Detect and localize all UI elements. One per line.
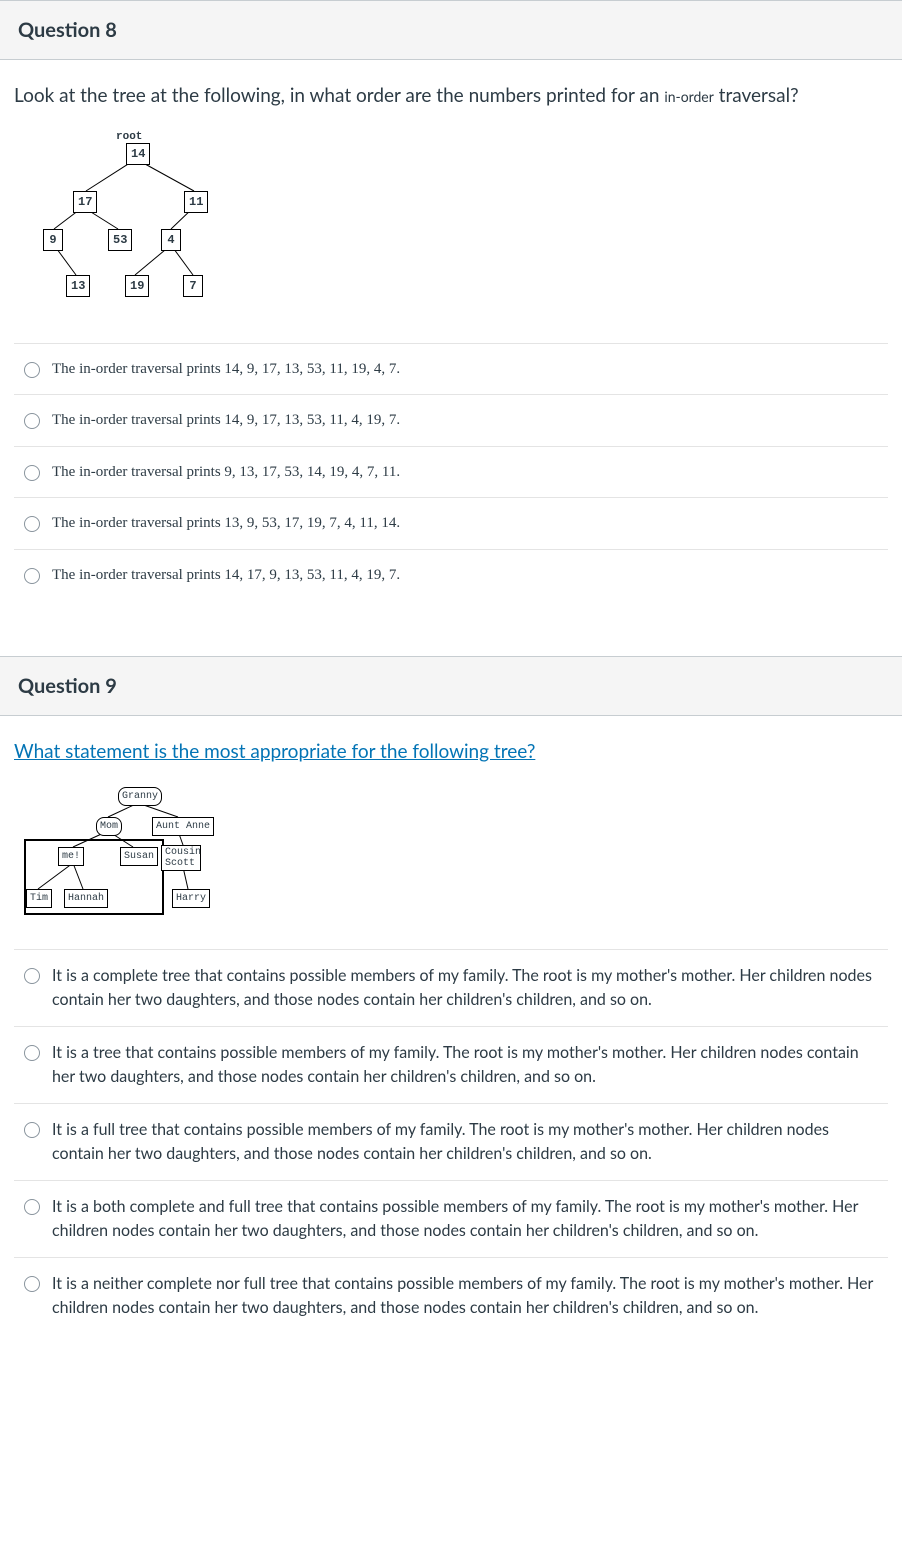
answer-list: The in-order traversal prints 14, 9, 17,… [14, 343, 888, 601]
prompt-text-pre: Look at the tree at the following, in wh… [14, 84, 664, 107]
answer-option[interactable]: The in-order traversal prints 14, 9, 17,… [14, 395, 888, 447]
radio-icon[interactable] [24, 516, 40, 532]
answer-text: It is a both complete and full tree that… [52, 1195, 880, 1243]
radio-icon[interactable] [24, 413, 40, 429]
answer-option[interactable]: It is a complete tree that contains poss… [14, 950, 888, 1027]
answer-option[interactable]: The in-order traversal prints 14, 17, 9,… [14, 550, 888, 601]
node-9: 9 [43, 229, 63, 251]
node-me: me! [58, 847, 84, 866]
question-body: What statement is the most appropriate f… [0, 716, 902, 1342]
radio-icon[interactable] [24, 968, 40, 984]
tree-figure: root 14 17 11 9 53 4 13 19 7 [18, 129, 884, 319]
radio-icon[interactable] [24, 568, 40, 584]
question-header: Question 9 [0, 657, 902, 716]
node-harry: Harry [172, 889, 210, 908]
node-17: 17 [73, 191, 97, 213]
radio-icon[interactable] [24, 1199, 40, 1215]
number-tree: root 14 17 11 9 53 4 13 19 7 [18, 129, 228, 319]
prompt-link[interactable]: What statement is the most appropriate f… [14, 740, 535, 763]
answer-option[interactable]: It is a both complete and full tree that… [14, 1181, 888, 1258]
node-granny: Granny [118, 787, 162, 806]
node-7: 7 [183, 275, 203, 297]
prompt-text-small: in-order [664, 88, 713, 105]
node-cousin: Cousin Scott [161, 845, 201, 871]
answer-option[interactable]: The in-order traversal prints 14, 9, 17,… [14, 344, 888, 396]
answer-option[interactable]: The in-order traversal prints 9, 13, 17,… [14, 447, 888, 499]
node-tim: Tim [26, 889, 52, 908]
tree-figure: Granny Mom Aunt Anne me! Susan Cousin Sc… [18, 785, 884, 925]
question-header: Question 8 [0, 1, 902, 60]
question-title: Question 9 [18, 671, 884, 701]
radio-icon[interactable] [24, 1045, 40, 1061]
question-prompt: Look at the tree at the following, in wh… [14, 82, 888, 111]
answer-text: It is a neither complete nor full tree t… [52, 1272, 880, 1320]
question-9: Question 9 What statement is the most ap… [0, 656, 902, 1342]
answer-option[interactable]: It is a full tree that contains possible… [14, 1104, 888, 1181]
node-susan: Susan [120, 847, 158, 866]
node-hannah: Hannah [64, 889, 108, 908]
node-13: 13 [66, 275, 90, 297]
node-19: 19 [125, 275, 149, 297]
answer-list: It is a complete tree that contains poss… [14, 949, 888, 1334]
answer-text: The in-order traversal prints 14, 9, 17,… [52, 358, 400, 381]
node-53: 53 [108, 229, 132, 251]
answer-text: The in-order traversal prints 9, 13, 17,… [52, 461, 400, 484]
prompt-text-post: traversal? [714, 84, 799, 107]
node-aunt: Aunt Anne [152, 817, 214, 836]
question-prompt: What statement is the most appropriate f… [14, 738, 888, 767]
answer-text: The in-order traversal prints 14, 9, 17,… [52, 409, 400, 432]
spacer [0, 608, 902, 656]
answer-text: It is a tree that contains possible memb… [52, 1041, 880, 1089]
answer-text: It is a full tree that contains possible… [52, 1118, 880, 1166]
answer-option[interactable]: The in-order traversal prints 13, 9, 53,… [14, 498, 888, 550]
answer-text: The in-order traversal prints 13, 9, 53,… [52, 512, 400, 535]
answer-option[interactable]: It is a tree that contains possible memb… [14, 1027, 888, 1104]
question-title: Question 8 [18, 15, 884, 45]
question-8: Question 8 Look at the tree at the follo… [0, 0, 902, 608]
node-11: 11 [184, 191, 208, 213]
node-14: 14 [126, 143, 150, 165]
family-tree: Granny Mom Aunt Anne me! Susan Cousin Sc… [18, 785, 228, 925]
answer-text: It is a complete tree that contains poss… [52, 964, 880, 1012]
radio-icon[interactable] [24, 465, 40, 481]
radio-icon[interactable] [24, 1122, 40, 1138]
radio-icon[interactable] [24, 1276, 40, 1292]
answer-text: The in-order traversal prints 14, 17, 9,… [52, 564, 400, 587]
question-body: Look at the tree at the following, in wh… [0, 60, 902, 608]
node-mom: Mom [96, 817, 122, 836]
answer-option[interactable]: It is a neither complete nor full tree t… [14, 1258, 888, 1334]
node-4: 4 [161, 229, 181, 251]
radio-icon[interactable] [24, 362, 40, 378]
